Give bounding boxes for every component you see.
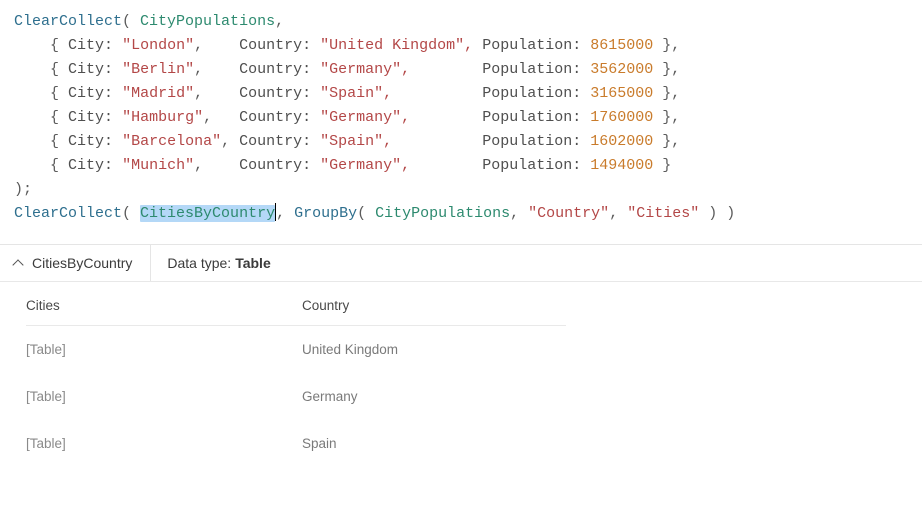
cell-country: United Kingdom bbox=[302, 342, 902, 357]
cell-cities[interactable]: [Table] bbox=[26, 436, 302, 451]
cell-cities[interactable]: [Table] bbox=[26, 342, 302, 357]
code-line: { City: "London", Country: "United Kingd… bbox=[14, 34, 908, 58]
result-pane: CitiesByCountry Data type: Table Cities … bbox=[0, 245, 922, 467]
code-line: ClearCollect( CitiesByCountry, GroupBy( … bbox=[14, 202, 908, 226]
chevron-up-icon bbox=[12, 259, 23, 270]
selected-identifier: CitiesByCountry bbox=[140, 205, 275, 222]
table-row[interactable]: [Table]Spain bbox=[26, 420, 902, 467]
code-line: ClearCollect( CityPopulations, bbox=[14, 10, 908, 34]
column-header-country[interactable]: Country bbox=[302, 298, 902, 313]
text-cursor bbox=[275, 203, 276, 221]
result-type-label: Data type: bbox=[167, 255, 231, 271]
code-line: { City: "Munich", Country: "Germany", Po… bbox=[14, 154, 908, 178]
func-groupby: GroupBy bbox=[294, 205, 357, 222]
code-line: { City: "Berlin", Country: "Germany", Po… bbox=[14, 58, 908, 82]
ident-collection1: CityPopulations bbox=[140, 13, 275, 30]
code-line: { City: "Barcelona", Country: "Spain", P… bbox=[14, 130, 908, 154]
func-clearcollect: ClearCollect bbox=[14, 205, 122, 222]
result-type-value: Table bbox=[235, 255, 271, 271]
table-row[interactable]: [Table]United Kingdom bbox=[26, 326, 902, 373]
func-clearcollect: ClearCollect bbox=[14, 13, 122, 30]
code-line: ); bbox=[14, 178, 908, 202]
table-header-row: Cities Country bbox=[26, 288, 902, 325]
column-header-cities[interactable]: Cities bbox=[26, 298, 302, 313]
result-title-toggle[interactable]: CitiesByCountry bbox=[0, 245, 151, 281]
formula-editor[interactable]: ClearCollect( CityPopulations, { City: "… bbox=[0, 0, 922, 245]
result-header: CitiesByCountry Data type: Table bbox=[0, 245, 922, 282]
cell-country: Spain bbox=[302, 436, 902, 451]
cell-cities[interactable]: [Table] bbox=[26, 389, 302, 404]
table-row[interactable]: [Table]Germany bbox=[26, 373, 902, 420]
result-collection-name: CitiesByCountry bbox=[32, 255, 132, 271]
code-line: { City: "Madrid", Country: "Spain", Popu… bbox=[14, 82, 908, 106]
code-line: { City: "Hamburg", Country: "Germany", P… bbox=[14, 106, 908, 130]
cell-country: Germany bbox=[302, 389, 902, 404]
result-type: Data type: Table bbox=[151, 245, 286, 281]
result-table: Cities Country [Table]United Kingdom[Tab… bbox=[0, 282, 922, 467]
